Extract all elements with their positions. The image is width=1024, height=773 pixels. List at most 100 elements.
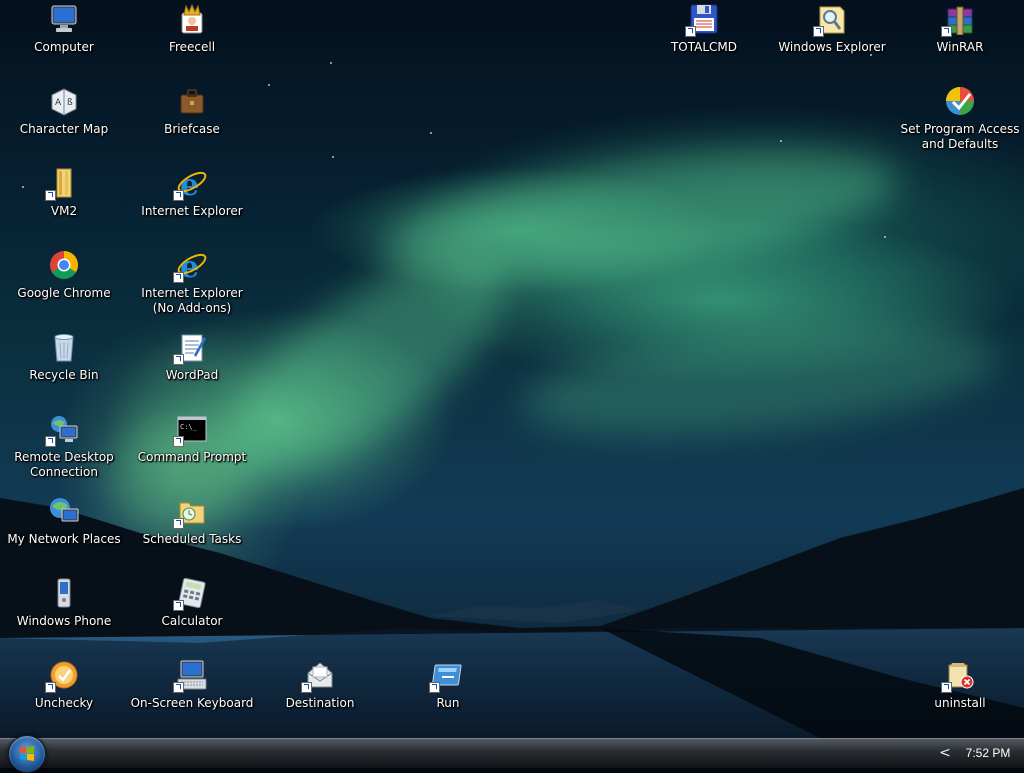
internet-explorer-icon: e	[173, 167, 208, 203]
winrar-icon	[941, 3, 976, 37]
shortcut-arrow-icon	[813, 26, 824, 37]
desktop-icon-windows-explorer[interactable]: Windows Explorer	[768, 2, 896, 84]
star	[268, 84, 270, 86]
shortcut-arrow-icon	[173, 518, 184, 529]
shortcut-arrow-icon	[173, 354, 184, 365]
show-hidden-icons-button[interactable]: <	[938, 746, 952, 760]
desktop-icon-recycle-bin[interactable]: Recycle Bin	[0, 330, 128, 412]
star	[780, 140, 782, 142]
computer-icon	[48, 3, 80, 35]
icon-label: TOTALCMD	[670, 40, 738, 54]
desktop-icon-set-program-access[interactable]: Set Program Access and Defaults	[896, 84, 1024, 166]
windows-start-icon	[20, 746, 34, 761]
desktop-icon-calculator[interactable]: Calculator	[128, 576, 256, 658]
keyboard-icon	[173, 659, 208, 693]
aurora-glow	[516, 305, 1004, 455]
svg-text:ß: ß	[67, 98, 73, 108]
run-icon	[429, 659, 464, 693]
shortcut-arrow-icon	[173, 272, 184, 283]
remote-desktop-icon	[45, 413, 80, 447]
freecell-icon	[176, 3, 208, 35]
icon-label: Freecell	[168, 40, 216, 54]
desktop-icon-on-screen-keyboard[interactable]: On-Screen Keyboard	[128, 658, 256, 738]
network-places-icon	[48, 495, 80, 527]
desktop-icon-computer[interactable]: Computer	[0, 2, 128, 84]
desktop-icon-unchecky[interactable]: Unchecky	[0, 658, 128, 738]
taskbar-clock[interactable]: 7:52 PM	[958, 746, 1018, 762]
desktop-icon-my-network-places[interactable]: My Network Places	[0, 494, 128, 576]
desktop-icon-briefcase[interactable]: Briefcase	[128, 84, 256, 166]
star	[884, 236, 886, 238]
shortcut-arrow-icon	[941, 26, 952, 37]
unchecky-icon	[45, 659, 80, 693]
internet-explorer-icon: e	[173, 249, 208, 285]
wordpad-icon	[173, 331, 208, 365]
folder-icon	[45, 167, 80, 201]
program-defaults-icon	[944, 85, 976, 117]
windows-explorer-icon	[813, 3, 848, 37]
desktop-icon-internet-explorer-no-addons[interactable]: e Internet Explorer (No Add-ons)	[128, 248, 256, 330]
icon-label: Recycle Bin	[29, 368, 99, 382]
icon-label: Unchecky	[34, 696, 94, 710]
icon-label: Internet Explorer	[141, 204, 243, 218]
desktop-icon-remote-desktop[interactable]: Remote Desktop Connection	[0, 412, 128, 494]
desktop-icon-character-map[interactable]: Aß Character Map	[0, 84, 128, 166]
desktop-icon-scheduled-tasks[interactable]: Scheduled Tasks	[128, 494, 256, 576]
taskbar: < 7:52 PM	[0, 735, 1024, 773]
chrome-icon	[48, 249, 80, 281]
destination-icon	[301, 659, 336, 693]
icon-label: Scheduled Tasks	[142, 532, 242, 546]
start-button[interactable]	[8, 735, 46, 773]
shortcut-arrow-icon	[45, 190, 56, 201]
desktop-icon-destination[interactable]: Destination	[256, 658, 384, 738]
desktop-icon-command-prompt[interactable]: C:\_ Command Prompt	[128, 412, 256, 494]
shortcut-arrow-icon	[429, 682, 440, 693]
desktop-icon-windows-phone[interactable]: Windows Phone	[0, 576, 128, 658]
totalcmd-icon	[685, 3, 720, 37]
icon-label: WinRAR	[936, 40, 984, 54]
shortcut-arrow-icon	[685, 26, 696, 37]
calculator-icon	[173, 577, 208, 611]
icon-label: Internet Explorer (No Add-ons)	[141, 286, 243, 315]
desktop-icon-wordpad[interactable]: WordPad	[128, 330, 256, 412]
icon-label: Briefcase	[164, 122, 220, 136]
desktop-icon-totalcmd[interactable]: TOTALCMD	[640, 2, 768, 84]
icon-label: Calculator	[161, 614, 223, 628]
icon-label: VM2	[50, 204, 78, 218]
desktop-icon-run[interactable]: Run	[384, 658, 512, 738]
windows-phone-icon	[48, 577, 80, 609]
briefcase-icon	[176, 85, 208, 117]
icon-label: Character Map	[19, 122, 109, 136]
shortcut-arrow-icon	[45, 682, 56, 693]
desktop-icon-google-chrome[interactable]: Google Chrome	[0, 248, 128, 330]
shortcut-arrow-icon	[173, 190, 184, 201]
icon-label: Computer	[34, 40, 94, 54]
uninstall-icon	[941, 659, 976, 693]
icon-label: Windows Explorer	[778, 40, 886, 54]
star	[332, 156, 334, 158]
icon-label: WordPad	[165, 368, 219, 382]
shortcut-arrow-icon	[941, 682, 952, 693]
icon-label: uninstall	[934, 696, 986, 710]
icon-label: Google Chrome	[17, 286, 111, 300]
shortcut-arrow-icon	[173, 436, 184, 447]
character-map-icon: Aß	[48, 85, 80, 117]
scheduled-tasks-icon	[173, 495, 208, 529]
desktop-icon-uninstall[interactable]: uninstall	[896, 658, 1024, 738]
shortcut-arrow-icon	[173, 600, 184, 611]
star	[330, 62, 332, 64]
icon-label: Windows Phone	[16, 614, 112, 628]
svg-text:C:\_: C:\_	[180, 423, 198, 431]
icon-label: Set Program Access and Defaults	[900, 122, 1020, 151]
shortcut-arrow-icon	[301, 682, 312, 693]
desktop-icon-freecell[interactable]: Freecell	[128, 2, 256, 84]
icon-label: Remote Desktop Connection	[14, 450, 114, 479]
command-prompt-icon: C:\_	[173, 413, 208, 447]
desktop-icon-winrar[interactable]: WinRAR	[896, 2, 1024, 84]
icon-label: My Network Places	[7, 532, 121, 546]
recycle-bin-icon	[48, 331, 80, 363]
shortcut-arrow-icon	[173, 682, 184, 693]
desktop-icon-internet-explorer[interactable]: e Internet Explorer	[128, 166, 256, 248]
desktop-icon-vm2[interactable]: VM2	[0, 166, 128, 248]
shortcut-arrow-icon	[45, 436, 56, 447]
